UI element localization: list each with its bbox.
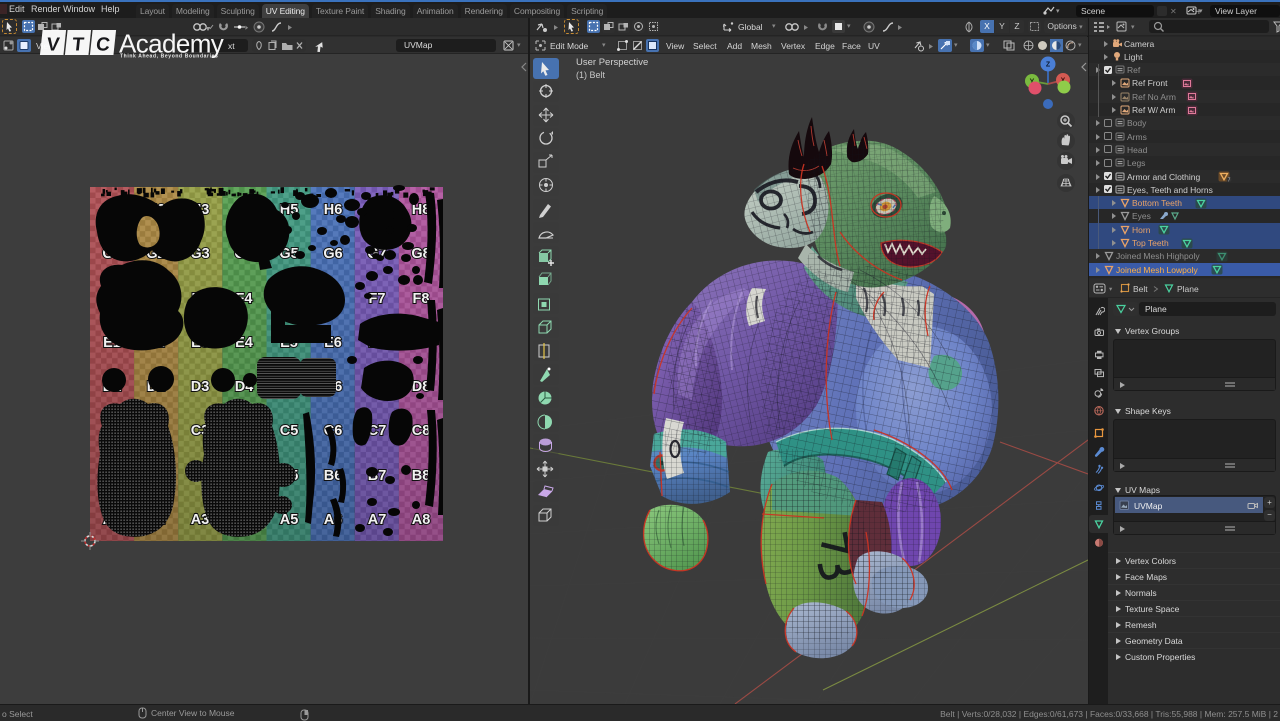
svg-text:A7: A7	[368, 512, 387, 528]
svg-text:A5: A5	[280, 512, 299, 528]
svg-text:D3: D3	[191, 379, 210, 395]
svg-text:F7: F7	[369, 291, 386, 307]
svg-text:C5: C5	[280, 423, 299, 439]
svg-text:G6: G6	[323, 246, 342, 262]
svg-text:A8: A8	[412, 512, 431, 528]
svg-text:7: 7	[1227, 178, 1230, 183]
svg-text:F8: F8	[413, 291, 430, 307]
svg-text:C8: C8	[412, 423, 431, 439]
